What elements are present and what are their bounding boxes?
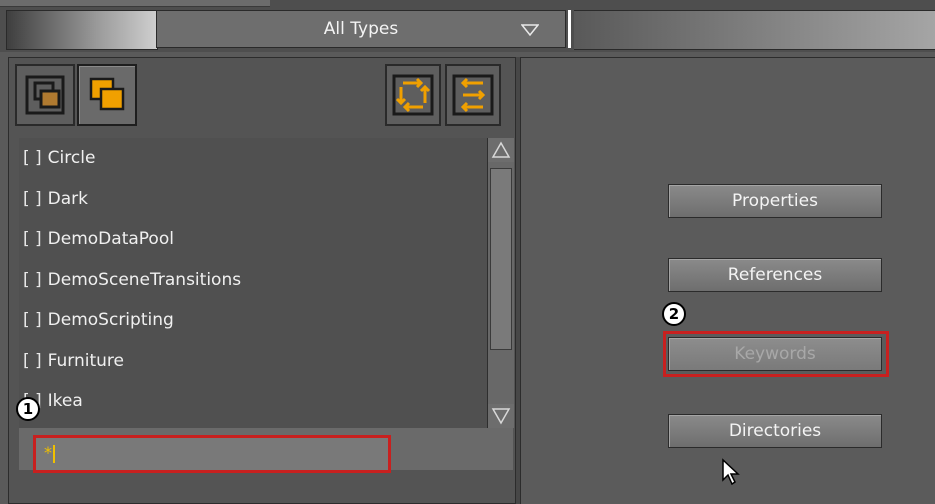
list-item[interactable]: [ ] DemoScripting	[19, 300, 487, 341]
list-item[interactable]: [ ] Dark	[19, 179, 487, 220]
checkbox[interactable]: [ ]	[23, 310, 42, 330]
icon-view-icon	[89, 77, 125, 111]
actions-panel: Properties References Keywords Directori…	[520, 57, 935, 504]
keyword-list: [ ] Circle [ ] Dark [ ] DemoDataPool [ ] Dem…	[19, 138, 487, 428]
list-item[interactable]: [ ]Ikea	[19, 381, 487, 422]
tab-strip	[0, 0, 270, 7]
mouse-pointer-icon	[722, 458, 740, 486]
scroll-thumb[interactable]	[490, 168, 512, 350]
list-item[interactable]: [ ] Furniture	[19, 341, 487, 382]
directories-button[interactable]: Directories	[668, 414, 882, 448]
search-value: *	[44, 443, 52, 462]
top-bar: All Types	[0, 0, 935, 52]
scroll-down-arrow[interactable]	[488, 404, 514, 428]
list-view-icon	[25, 75, 65, 115]
checkbox[interactable]: [ ]	[23, 270, 42, 290]
checkbox[interactable]: [ ]	[23, 189, 42, 209]
swap-icon	[452, 74, 494, 116]
swap-button[interactable]	[445, 64, 501, 126]
list-item-label: DemoDataPool	[47, 229, 174, 249]
type-filter-dropdown[interactable]: All Types	[156, 10, 566, 48]
search-row: *	[19, 428, 513, 473]
triangle-up-icon	[491, 141, 511, 158]
type-filter-label: All Types	[323, 19, 399, 39]
triangle-down-icon	[491, 408, 511, 425]
properties-button[interactable]: Properties	[668, 184, 882, 218]
header-divider	[568, 10, 571, 48]
keyword-list-panel: [ ] Circle [ ] Dark [ ] DemoDataPool [ ] Dem…	[8, 57, 516, 504]
list-item-label: DemoSceneTransitions	[47, 269, 242, 290]
list-item-label: Dark	[47, 188, 89, 209]
checkbox[interactable]: [ ]	[23, 148, 42, 168]
scroll-up-arrow[interactable]	[488, 138, 514, 162]
checkbox[interactable]: [ ]	[23, 351, 42, 371]
search-input[interactable]: *	[33, 435, 391, 473]
sync-icon	[392, 74, 434, 116]
list-view-button[interactable]	[15, 64, 75, 126]
text-caret	[53, 444, 55, 463]
icon-view-button[interactable]	[77, 64, 137, 126]
list-item[interactable]: [ ] DemoSceneTransitions	[19, 260, 487, 301]
callout-badge-1: 1	[16, 397, 40, 421]
chevron-down-icon	[521, 24, 539, 36]
checkbox[interactable]: [ ]	[23, 229, 42, 249]
callout-badge-2: 2	[662, 302, 686, 326]
sync-button[interactable]	[385, 64, 441, 126]
keywords-button[interactable]: Keywords	[668, 337, 882, 371]
list-scrollbar[interactable]	[487, 138, 514, 428]
list-item-label: Furniture	[47, 350, 124, 371]
list-item[interactable]: [ ] Circle	[19, 138, 487, 179]
list-item-label: Circle	[47, 148, 96, 168]
right-gradient-header	[574, 10, 935, 50]
references-button[interactable]: References	[668, 258, 882, 292]
list-item[interactable]: [ ] DemoDataPool	[19, 219, 487, 260]
left-gradient-header	[6, 10, 158, 50]
list-item-label: Ikea	[47, 391, 83, 411]
list-item-label: DemoScripting	[47, 310, 174, 330]
